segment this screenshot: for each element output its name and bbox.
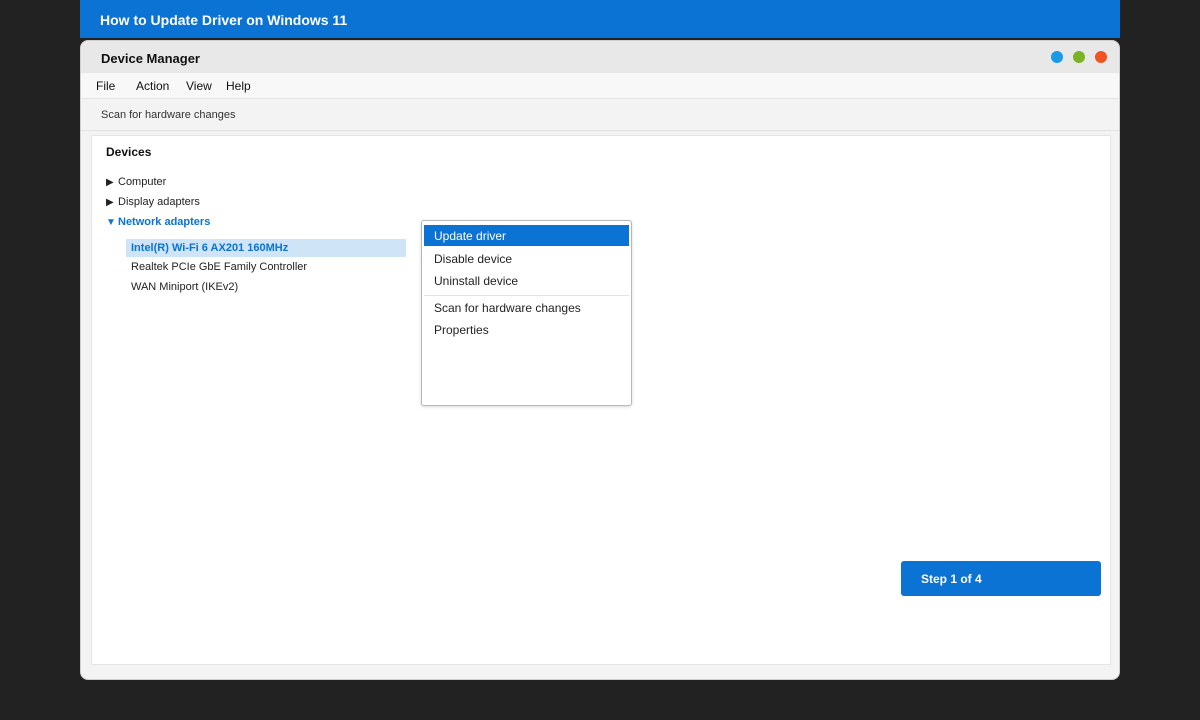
tree-node-display-adapters[interactable]: ▶ Display adapters — [106, 196, 200, 208]
device-item-realtek-ethernet[interactable]: Realtek PCIe GbE Family Controller — [126, 258, 406, 276]
devices-panel: Devices ▶ Computer ▶ Display adapters ▼ Net… — [91, 135, 1111, 665]
context-menu-uninstall-device[interactable]: Uninstall device — [424, 270, 629, 291]
tree-node-label: Computer — [118, 176, 167, 188]
tree-node-label: Display adapters — [118, 196, 200, 208]
expand-arrow-icon: ▶ — [106, 177, 114, 188]
menu-file[interactable]: File — [96, 79, 115, 93]
toolbar: Scan for hardware changes — [81, 99, 1119, 131]
expand-arrow-icon: ▶ — [106, 197, 114, 208]
device-item-wan-miniport[interactable]: WAN Miniport (IKEv2) — [126, 278, 406, 296]
tree-node-network-adapters[interactable]: ▼ Network adapters — [106, 216, 210, 228]
device-manager-window: Device Manager File Action View Help Sca… — [80, 40, 1120, 680]
context-menu-disable-device[interactable]: Disable device — [424, 248, 629, 269]
title-bar: Device Manager — [81, 41, 1119, 73]
menu-action[interactable]: Action — [136, 79, 169, 93]
menu-view[interactable]: View — [186, 79, 212, 93]
window-title: Device Manager — [101, 51, 200, 66]
tutorial-banner: How to Update Driver on Windows 11 — [80, 0, 1120, 38]
device-item-intel-wifi[interactable]: Intel(R) Wi-Fi 6 AX201 160MHz — [126, 239, 406, 257]
context-menu-update-driver[interactable]: Update driver — [424, 225, 629, 246]
context-menu-properties[interactable]: Properties — [424, 319, 629, 340]
step-indicator: Step 1 of 4 — [901, 561, 1101, 596]
scan-hardware-button[interactable]: Scan for hardware changes — [101, 109, 236, 121]
tree-node-computer[interactable]: ▶ Computer — [106, 176, 166, 188]
menu-bar: File Action View Help — [81, 73, 1119, 99]
maximize-button[interactable] — [1073, 51, 1085, 63]
close-button[interactable] — [1095, 51, 1107, 63]
step-label: Step 1 of 4 — [921, 572, 982, 586]
tree-node-label: Network adapters — [118, 216, 211, 228]
menu-help[interactable]: Help — [226, 79, 251, 93]
devices-heading: Devices — [106, 145, 152, 159]
collapse-arrow-icon: ▼ — [106, 217, 116, 228]
context-menu-separator — [424, 295, 629, 296]
context-menu: Update driver Disable device Uninstall d… — [421, 220, 632, 406]
minimize-button[interactable] — [1051, 51, 1063, 63]
tutorial-title: How to Update Driver on Windows 11 — [100, 12, 348, 28]
context-menu-scan-hardware[interactable]: Scan for hardware changes — [424, 297, 629, 318]
